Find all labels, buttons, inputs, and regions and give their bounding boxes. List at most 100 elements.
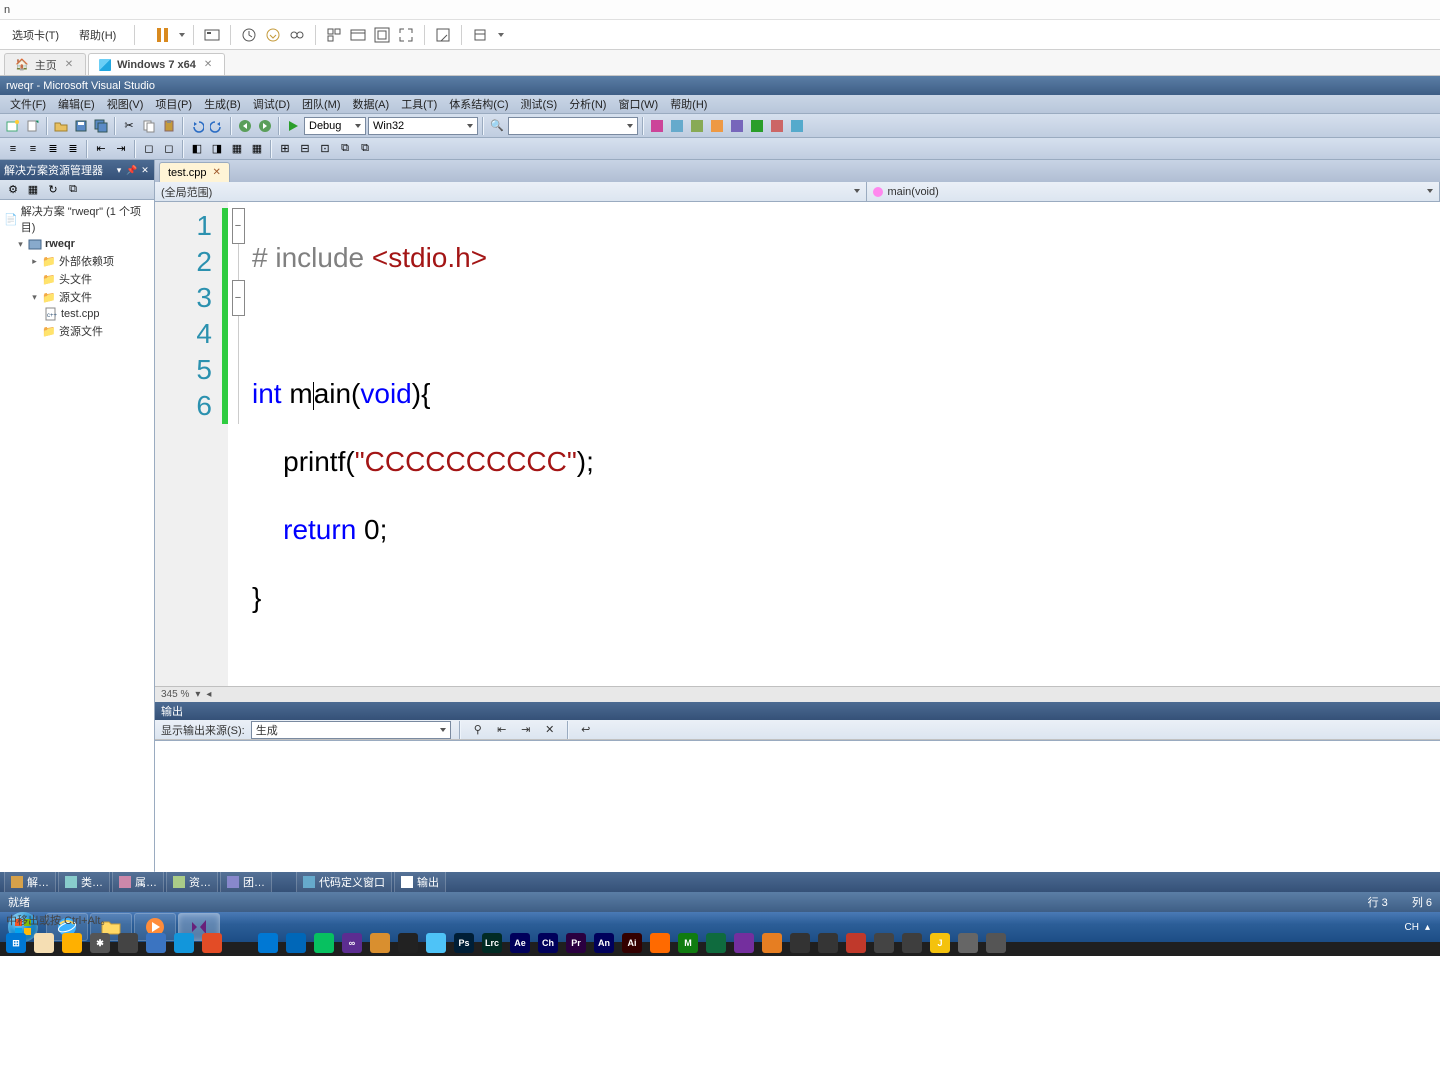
bottom-tab-property[interactable]: 属…	[112, 871, 164, 893]
close-icon[interactable]: ✕	[63, 59, 75, 70]
tree-external-deps[interactable]: ▸ 📁 外部依赖项	[2, 252, 152, 270]
next-icon[interactable]: ⇥	[517, 721, 535, 739]
cut-icon[interactable]: ✂	[120, 117, 138, 135]
bottom-tab-resource[interactable]: 资…	[166, 871, 218, 893]
tool-icon[interactable]: ▦	[248, 140, 266, 158]
find-icon[interactable]: 🔍	[488, 117, 506, 135]
tool-icon[interactable]: ⊞	[276, 140, 294, 158]
bookmark-icon[interactable]: ◻	[160, 140, 178, 158]
host-app-icon[interactable]: M	[678, 933, 698, 953]
refresh-icon[interactable]: ↻	[44, 181, 62, 199]
scope-combo-right[interactable]: main(void)	[867, 182, 1440, 201]
code-text[interactable]: # include <stdio.h> int main(void){ prin…	[248, 202, 1440, 686]
bottom-tab-code-def[interactable]: 代码定义窗口	[296, 871, 392, 893]
close-icon[interactable]: ✕	[213, 167, 221, 178]
host-app-icon[interactable]: J	[930, 933, 950, 953]
unity-icon[interactable]	[433, 25, 453, 45]
outdent-icon[interactable]: ⇤	[92, 140, 110, 158]
menu-arch[interactable]: 体系结构(C)	[443, 94, 514, 114]
bottom-tab-output[interactable]: 输出	[394, 871, 446, 893]
scope-combo-left[interactable]: (全局范围)	[155, 182, 867, 201]
system-tray[interactable]: CH ▴	[1397, 922, 1438, 933]
pause-button[interactable]	[153, 26, 171, 44]
show-all-icon[interactable]: ▦	[24, 181, 42, 199]
redo-icon[interactable]	[208, 117, 226, 135]
host-app-icon[interactable]	[762, 933, 782, 953]
tool-icon[interactable]	[788, 117, 806, 135]
tool-icon[interactable]: ⧉	[336, 140, 354, 158]
tray-arrow-icon[interactable]: ▴	[1425, 922, 1430, 933]
host-app-icon[interactable]	[314, 933, 334, 953]
prev-icon[interactable]: ⇤	[493, 721, 511, 739]
view-code-icon[interactable]: ⧉	[64, 181, 82, 199]
save-icon[interactable]	[72, 117, 90, 135]
scroll-left-icon[interactable]: ◂	[206, 689, 211, 700]
host-app-icon[interactable]	[258, 933, 278, 953]
add-item-icon[interactable]	[24, 117, 42, 135]
fullscreen-icon[interactable]	[396, 25, 416, 45]
platform-combo[interactable]: Win32	[368, 117, 478, 135]
editor-tab-test-cpp[interactable]: test.cpp ✕	[159, 162, 230, 182]
expand-icon[interactable]: ▸	[30, 257, 39, 266]
host-app-icon[interactable]: Pr	[566, 933, 586, 953]
tool-icon[interactable]	[748, 117, 766, 135]
snapshot-icon[interactable]	[239, 25, 259, 45]
tool-icon[interactable]	[728, 117, 746, 135]
host-app-icon[interactable]	[846, 933, 866, 953]
host-app-icon[interactable]	[370, 933, 390, 953]
vm-tab-current[interactable]: Windows 7 x64 ✕	[88, 53, 225, 75]
dropdown-icon[interactable]: ▾	[114, 165, 124, 175]
bottom-tab-solution[interactable]: 解…	[4, 871, 56, 893]
menu-debug[interactable]: 调试(D)	[247, 94, 296, 114]
host-app-icon[interactable]	[650, 933, 670, 953]
host-app-icon[interactable]: ✱	[90, 933, 110, 953]
bottom-tab-team[interactable]: 团…	[220, 871, 272, 893]
output-body[interactable]	[155, 740, 1440, 872]
uncomment-icon[interactable]: ≣	[64, 140, 82, 158]
host-app-icon[interactable]	[174, 933, 194, 953]
config-combo[interactable]: Debug	[304, 117, 366, 135]
code-editor[interactable]: 123456 − − # include <stdio.h> int main(…	[155, 202, 1440, 686]
tool-icon[interactable]: ⊟	[296, 140, 314, 158]
host-app-icon[interactable]	[706, 933, 726, 953]
expand-icon[interactable]	[30, 275, 39, 284]
nav-forward-icon[interactable]	[256, 117, 274, 135]
tool-icon[interactable]: ◧	[188, 140, 206, 158]
host-app-icon[interactable]	[902, 933, 922, 953]
host-app-icon[interactable]	[146, 933, 166, 953]
tree-solution[interactable]: 📄 解决方案 "rweqr" (1 个项目)	[2, 202, 152, 236]
close-icon[interactable]: ✕	[202, 59, 214, 70]
snapshot-manage-icon[interactable]	[287, 25, 307, 45]
send-ctrl-alt-del-icon[interactable]	[202, 25, 222, 45]
tool-icon[interactable]	[688, 117, 706, 135]
host-app-icon[interactable]	[426, 933, 446, 953]
zoom-value[interactable]: 345 %	[161, 689, 189, 700]
snapshot-revert-icon[interactable]	[263, 25, 283, 45]
host-app-icon[interactable]: ∞	[342, 933, 362, 953]
undo-icon[interactable]	[188, 117, 206, 135]
collapse-icon[interactable]: ▾	[30, 293, 39, 302]
vm-tab-home[interactable]: 🏠 主页 ✕	[4, 53, 86, 75]
menu-file[interactable]: 文件(F)	[4, 94, 52, 114]
host-app-icon[interactable]	[62, 933, 82, 953]
host-app-icon[interactable]: Ps	[454, 933, 474, 953]
copy-icon[interactable]	[140, 117, 158, 135]
power-dropdown[interactable]	[177, 31, 185, 39]
menu-view[interactable]: 视图(V)	[101, 94, 150, 114]
expand-icon[interactable]	[30, 327, 39, 336]
menu-analyze[interactable]: 分析(N)	[563, 94, 612, 114]
tree-file-test-cpp[interactable]: c++ test.cpp	[2, 306, 152, 322]
host-app-icon[interactable]: Ai	[622, 933, 642, 953]
view-thumbnail-icon[interactable]	[324, 25, 344, 45]
host-app-icon[interactable]	[790, 933, 810, 953]
menu-data[interactable]: 数据(A)	[347, 94, 396, 114]
wrap-icon[interactable]: ↩	[577, 721, 595, 739]
vm-menu-tabs[interactable]: 选项卡(T)	[6, 24, 65, 46]
indent-icon[interactable]: ⇥	[112, 140, 130, 158]
new-project-icon[interactable]	[4, 117, 22, 135]
host-app-icon[interactable]	[958, 933, 978, 953]
start-debug-icon[interactable]	[284, 117, 302, 135]
host-app-icon[interactable]	[986, 933, 1006, 953]
fold-toggle[interactable]: −	[232, 280, 245, 316]
host-app-icon[interactable]	[286, 933, 306, 953]
